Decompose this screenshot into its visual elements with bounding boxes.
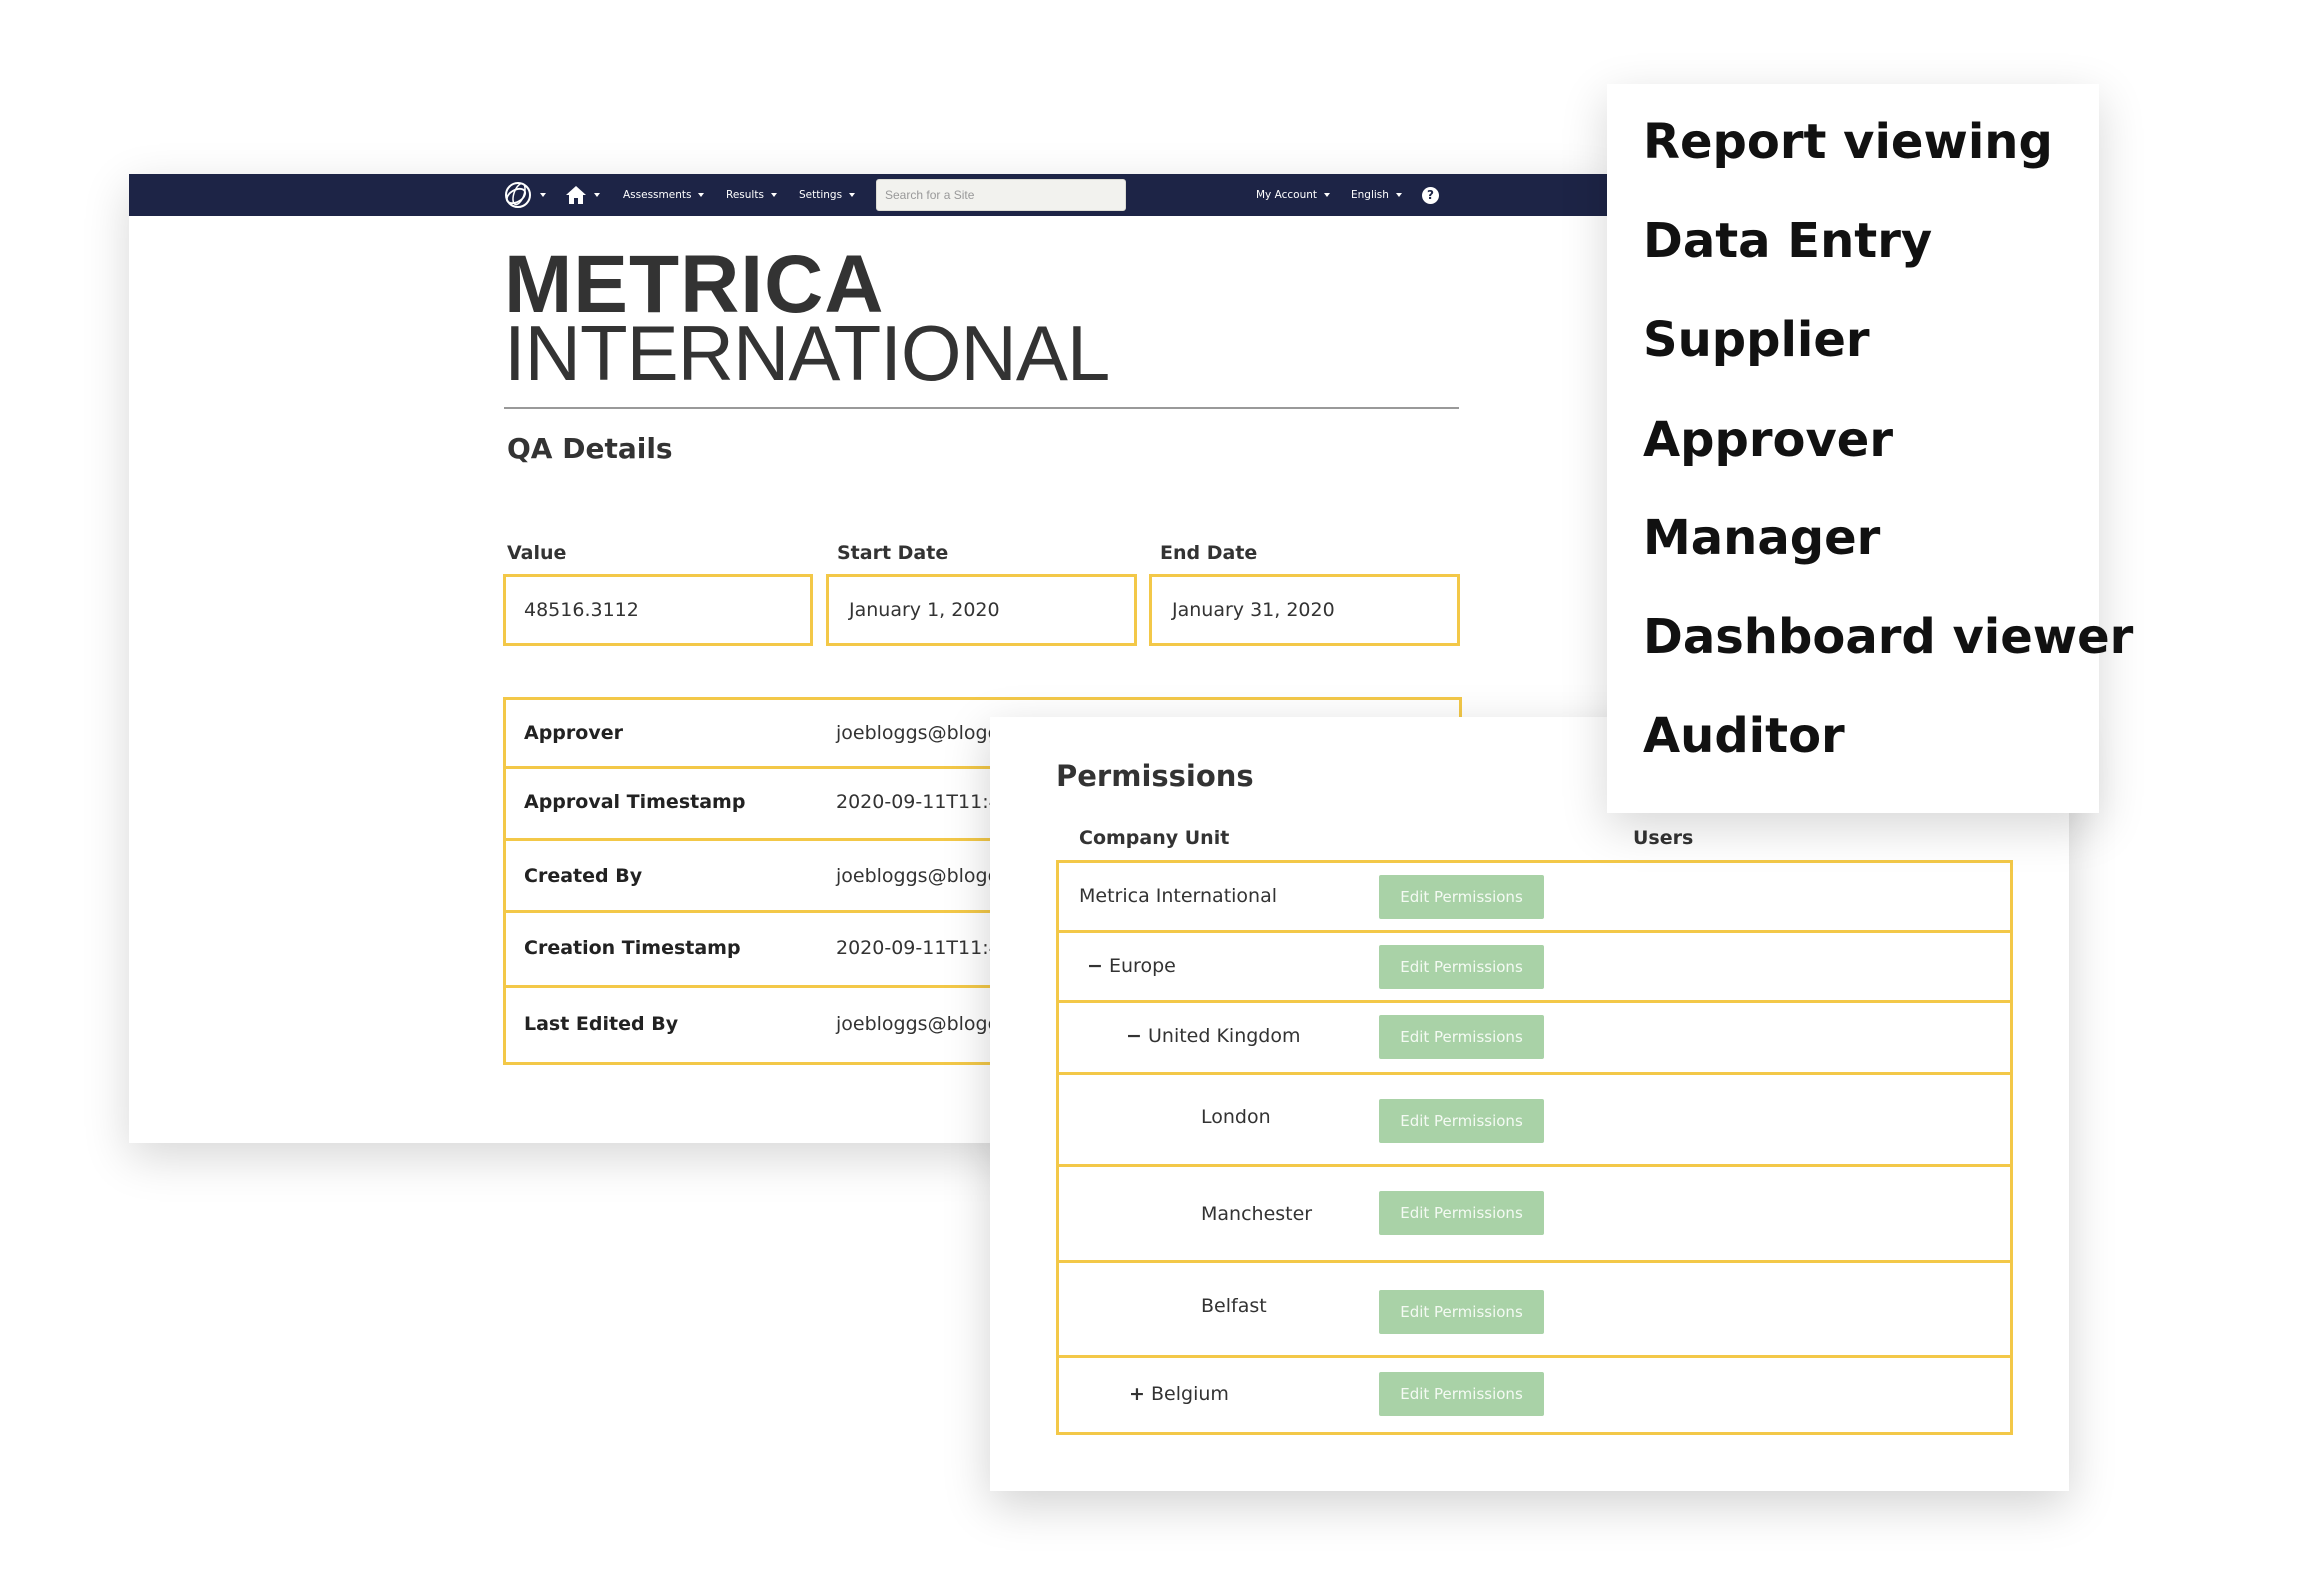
unit-label: United Kingdom — [1148, 1025, 1301, 1047]
chevron-down-icon — [594, 193, 600, 197]
row-value: joebloggs@bloggs — [836, 865, 1010, 887]
row-key: Last Edited By — [524, 1013, 679, 1035]
edit-permissions-button[interactable]: Edit Permissions — [1379, 1015, 1544, 1059]
unit-name: − United Kingdom — [1126, 1025, 1301, 1047]
page-title: QA Details — [507, 432, 673, 465]
chevron-down-icon — [1395, 193, 1402, 197]
globe-logo-icon — [505, 182, 531, 208]
nav-settings-label: Settings — [799, 189, 843, 201]
collapse-toggle-icon[interactable]: − — [1126, 1025, 1148, 1047]
unit-label: Europe — [1109, 955, 1176, 977]
unit-row-united-kingdom: − United Kingdom Edit Permissions — [1059, 1003, 2010, 1075]
role-data-entry[interactable]: Data Entry — [1643, 213, 1932, 269]
nav-settings[interactable]: Settings — [799, 174, 856, 216]
row-key: Approval Timestamp — [524, 791, 746, 813]
users-header: Users — [1633, 827, 1694, 849]
unit-label: Belfast — [1201, 1295, 1267, 1317]
unit-name: Manchester — [1201, 1203, 1312, 1225]
role-supplier[interactable]: Supplier — [1643, 312, 1870, 368]
edit-permissions-button[interactable]: Edit Permissions — [1379, 945, 1544, 989]
chevron-down-icon — [1324, 193, 1331, 197]
end-date-label: End Date — [1160, 542, 1258, 564]
company-unit-header: Company Unit — [1079, 827, 1230, 849]
role-auditor[interactable]: Auditor — [1643, 708, 1845, 764]
expand-toggle-icon[interactable]: + — [1129, 1383, 1151, 1405]
help-icon: ? — [1422, 186, 1439, 204]
unit-label: Manchester — [1201, 1203, 1313, 1225]
help-button[interactable]: ? — [1422, 174, 1439, 216]
chevron-down-icon — [540, 193, 546, 197]
row-key: Created By — [524, 865, 643, 887]
nav-assessments[interactable]: Assessments — [623, 174, 705, 216]
edit-permissions-button[interactable]: Edit Permissions — [1379, 1099, 1544, 1143]
chevron-down-icon — [770, 193, 777, 197]
unit-label: London — [1201, 1106, 1271, 1128]
nav-results[interactable]: Results — [726, 174, 777, 216]
row-key: Creation Timestamp — [524, 937, 741, 959]
nav-results-label: Results — [726, 189, 764, 201]
permissions-table: Metrica International Edit Permissions −… — [1056, 860, 2013, 1435]
row-value: joebloggs@bloggs — [836, 1013, 1010, 1035]
role-manager[interactable]: Manager — [1643, 510, 1880, 566]
unit-name: Belfast — [1201, 1295, 1267, 1317]
row-key: Approver — [524, 722, 623, 744]
start-date-label: Start Date — [837, 542, 949, 564]
language-menu[interactable]: English — [1351, 174, 1402, 216]
edit-permissions-button[interactable]: Edit Permissions — [1379, 1372, 1544, 1416]
unit-label: Belgium — [1151, 1383, 1229, 1405]
row-value: joebloggs@bloggs — [836, 722, 1010, 744]
unit-name: − Europe — [1087, 955, 1176, 977]
unit-name: Metrica International — [1079, 885, 1277, 907]
unit-row-metrica-international: Metrica International Edit Permissions — [1059, 863, 2010, 933]
collapse-toggle-icon[interactable]: − — [1087, 955, 1109, 977]
edit-permissions-button[interactable]: Edit Permissions — [1379, 1191, 1544, 1235]
unit-row-europe: − Europe Edit Permissions — [1059, 933, 2010, 1003]
brand-divider — [504, 407, 1459, 409]
chevron-down-icon — [698, 193, 705, 197]
row-value: 2020-09-11T11:4 — [836, 791, 1001, 813]
brand-title-line2: INTERNATIONAL — [504, 309, 1110, 397]
row-value: 2020-09-11T11:4 — [836, 937, 1001, 959]
home-menu[interactable] — [565, 174, 600, 216]
unit-row-manchester: Manchester Edit Permissions — [1059, 1167, 2010, 1263]
permissions-title: Permissions — [1056, 759, 1254, 793]
nav-assessments-label: Assessments — [623, 189, 692, 201]
roles-menu: Report viewing Data Entry Supplier Appro… — [1607, 84, 2133, 813]
role-report-viewing[interactable]: Report viewing — [1643, 114, 2053, 170]
home-icon — [566, 186, 586, 204]
my-account-menu[interactable]: My Account — [1256, 174, 1331, 216]
unit-name: + Belgium — [1129, 1383, 1229, 1405]
unit-name: London — [1201, 1106, 1271, 1128]
unit-row-belgium: + Belgium Edit Permissions — [1059, 1358, 2010, 1432]
unit-label: Metrica International — [1079, 885, 1278, 907]
site-search-input[interactable]: Search for a Site — [876, 179, 1126, 211]
top-navbar: Assessments Results Settings Search for … — [129, 174, 1610, 216]
permissions-panel: Permissions Company Unit Users Metrica I… — [990, 717, 2069, 1491]
end-date-field[interactable]: January 31, 2020 — [1149, 574, 1460, 646]
start-date-field[interactable]: January 1, 2020 — [826, 574, 1137, 646]
my-account-label: My Account — [1256, 189, 1318, 201]
role-approver[interactable]: Approver — [1643, 412, 1893, 468]
edit-permissions-button[interactable]: Edit Permissions — [1379, 875, 1544, 919]
unit-row-london: London Edit Permissions — [1059, 1075, 2010, 1167]
language-label: English — [1351, 189, 1389, 201]
value-field[interactable]: 48516.3112 — [503, 574, 813, 646]
value-label: Value — [507, 542, 567, 564]
logo-menu[interactable] — [503, 174, 546, 216]
edit-permissions-button[interactable]: Edit Permissions — [1379, 1290, 1544, 1334]
role-dashboard-viewer[interactable]: Dashboard viewer — [1643, 609, 2133, 665]
unit-row-belfast: Belfast Edit Permissions — [1059, 1263, 2010, 1358]
chevron-down-icon — [849, 193, 856, 197]
